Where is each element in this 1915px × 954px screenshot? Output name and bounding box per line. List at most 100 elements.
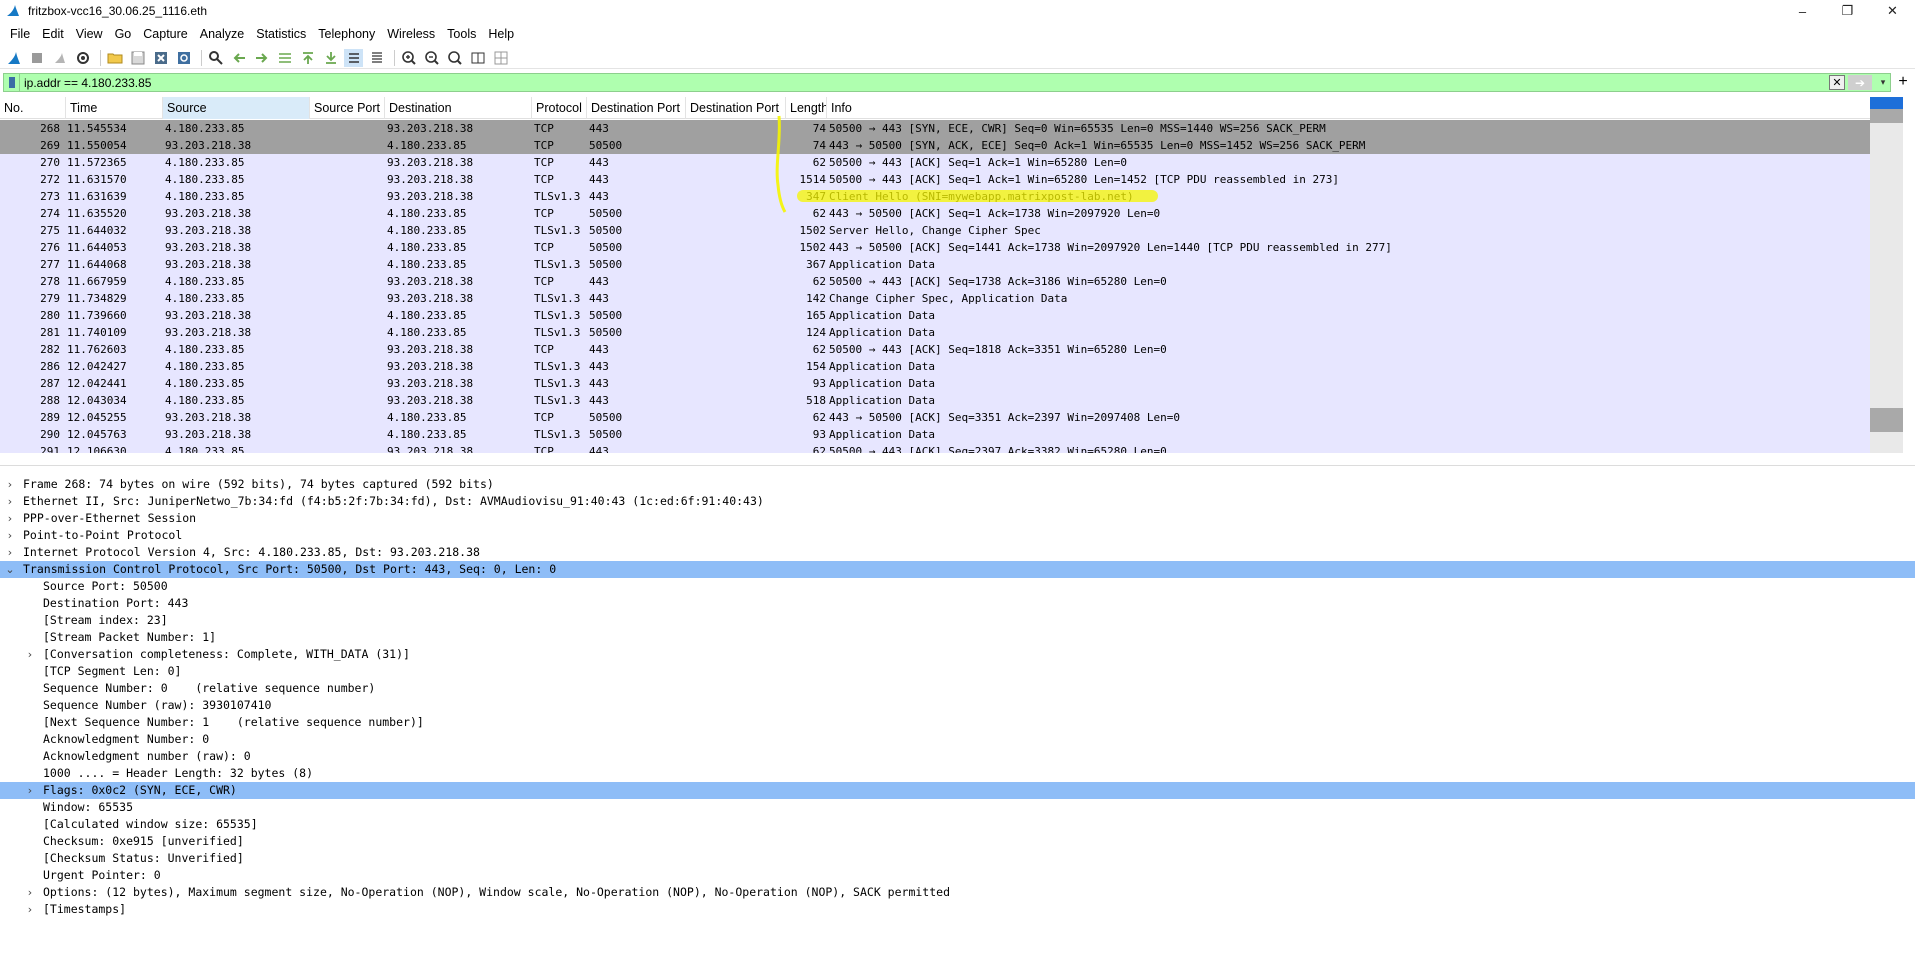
go-to-packet-icon[interactable] (275, 49, 294, 67)
packet-row[interactable]: 290 12.045763 93.203.218.38 4.180.233.85 TLS… (0, 426, 1870, 443)
expand-right-icon[interactable]: › (4, 476, 16, 493)
menu-edit[interactable]: Edit (36, 27, 70, 41)
detail-tree-item[interactable]: › PPP-over-Ethernet Session (0, 510, 1915, 527)
packet-row[interactable]: 291 12.106630 4.180.233.85 93.203.218.38 TCP… (0, 443, 1870, 453)
restart-icon[interactable] (50, 49, 69, 67)
reload-icon[interactable] (174, 49, 193, 67)
first-packet-icon[interactable] (298, 49, 317, 67)
menu-file[interactable]: File (4, 27, 36, 41)
expand-right-icon[interactable]: › (24, 646, 36, 663)
expand-right-icon[interactable]: › (4, 510, 16, 527)
shark-fin-start-icon[interactable] (4, 49, 23, 67)
detail-tree-item[interactable]: [Calculated window size: 65535] (0, 816, 1915, 833)
expand-right-icon[interactable]: › (4, 527, 16, 544)
column-header-source[interactable]: Source (163, 97, 310, 119)
pane-divider[interactable] (0, 465, 1915, 466)
column-header-source-port[interactable]: Source Port (310, 97, 385, 119)
packet-row[interactable]: 282 11.762603 4.180.233.85 93.203.218.38 TCP… (0, 341, 1870, 358)
packet-row[interactable]: 277 11.644068 93.203.218.38 4.180.233.85 TLS… (0, 256, 1870, 273)
detail-tree-item[interactable]: 1000 .... = Header Length: 32 bytes (8) (0, 765, 1915, 782)
display-filter-input[interactable] (20, 75, 1829, 90)
detail-tree-item[interactable]: [Next Sequence Number: 1 (relative seque… (0, 714, 1915, 731)
add-filter-button[interactable]: + (1893, 73, 1913, 92)
expand-right-icon[interactable]: › (4, 493, 16, 510)
packet-row[interactable]: 268 11.545534 4.180.233.85 93.203.218.38 TCP… (0, 120, 1870, 137)
expand-right-icon[interactable]: › (24, 901, 36, 918)
menu-wireless[interactable]: Wireless (381, 27, 441, 41)
menu-go[interactable]: Go (109, 27, 138, 41)
packet-row[interactable]: 278 11.667959 4.180.233.85 93.203.218.38 TCP… (0, 273, 1870, 290)
go-forward-icon[interactable] (252, 49, 271, 67)
detail-tree-item[interactable]: Checksum: 0xe915 [unverified] (0, 833, 1915, 850)
maximize-button[interactable]: ❐ (1825, 0, 1870, 22)
packet-row[interactable]: 274 11.635520 93.203.218.38 4.180.233.85 TCP… (0, 205, 1870, 222)
open-folder-icon[interactable] (105, 49, 124, 67)
packet-row[interactable]: 272 11.631570 4.180.233.85 93.203.218.38 TCP… (0, 171, 1870, 188)
apply-filter-icon[interactable]: ➔ (1848, 75, 1872, 90)
save-icon[interactable] (128, 49, 147, 67)
filter-history-dropdown-icon[interactable]: ▾ (1876, 77, 1890, 88)
detail-tree-item[interactable]: [TCP Segment Len: 0] (0, 663, 1915, 680)
scroll-thumb[interactable] (1870, 408, 1903, 432)
expand-right-icon[interactable]: › (24, 782, 36, 799)
detail-tree-item[interactable]: Source Port: 50500 (0, 578, 1915, 595)
stop-icon[interactable] (27, 49, 46, 67)
column-header-destination[interactable]: Destination (385, 97, 532, 119)
close-file-icon[interactable] (151, 49, 170, 67)
packet-row[interactable]: 279 11.734829 4.180.233.85 93.203.218.38 TLS… (0, 290, 1870, 307)
clear-filter-icon[interactable]: ✕ (1829, 75, 1845, 90)
expand-right-icon[interactable]: › (24, 884, 36, 901)
close-button[interactable]: ✕ (1870, 0, 1915, 22)
zoom-in-icon[interactable] (399, 49, 418, 67)
packet-row[interactable]: 275 11.644032 93.203.218.38 4.180.233.85 TLS… (0, 222, 1870, 239)
detail-tree-item[interactable]: › Point-to-Point Protocol (0, 527, 1915, 544)
packet-row[interactable]: 273 11.631639 4.180.233.85 93.203.218.38 TLS… (0, 188, 1870, 205)
detail-tree-item[interactable]: ⌄ Transmission Control Protocol, Src Port… (0, 561, 1915, 578)
go-back-icon[interactable] (229, 49, 248, 67)
column-header-info[interactable]: Info (827, 97, 1870, 119)
menu-view[interactable]: View (70, 27, 109, 41)
detail-tree-item[interactable]: › Options: (12 bytes), Maximum segment si… (0, 884, 1915, 901)
packet-row[interactable]: 281 11.740109 93.203.218.38 4.180.233.85 TLS… (0, 324, 1870, 341)
detail-tree-item[interactable]: Acknowledgment number (raw): 0 (0, 748, 1915, 765)
zoom-normal-icon[interactable] (445, 49, 464, 67)
detail-tree-item[interactable]: › Ethernet II, Src: JuniperNetwo_7b:34:fd… (0, 493, 1915, 510)
column-header-time[interactable]: Time (66, 97, 163, 119)
detail-tree-item[interactable]: Acknowledgment Number: 0 (0, 731, 1915, 748)
colorize-icon[interactable] (367, 49, 386, 67)
layout-icon[interactable] (491, 49, 510, 67)
detail-tree-item[interactable]: [Stream Packet Number: 1] (0, 629, 1915, 646)
detail-tree-item[interactable]: › [Timestamps] (0, 901, 1915, 918)
detail-tree-item[interactable]: Sequence Number: 0 (relative sequence nu… (0, 680, 1915, 697)
packet-list-scrollbar[interactable] (1870, 97, 1903, 453)
expand-right-icon[interactable]: › (4, 544, 16, 561)
detail-tree-item[interactable]: Sequence Number (raw): 3930107410 (0, 697, 1915, 714)
menu-capture[interactable]: Capture (137, 27, 193, 41)
detail-tree-item[interactable]: › [Conversation completeness: Complete, W… (0, 646, 1915, 663)
menu-analyze[interactable]: Analyze (194, 27, 250, 41)
detail-tree-item[interactable]: Urgent Pointer: 0 (0, 867, 1915, 884)
column-header-no[interactable]: No. (0, 97, 66, 119)
column-header-protocol[interactable]: Protocol (532, 97, 587, 119)
menu-tools[interactable]: Tools (441, 27, 482, 41)
filter-bookmark-icon[interactable] (4, 74, 20, 91)
packet-row[interactable]: 286 12.042427 4.180.233.85 93.203.218.38 TLS… (0, 358, 1870, 375)
packet-row[interactable]: 287 12.042441 4.180.233.85 93.203.218.38 TLS… (0, 375, 1870, 392)
packet-row[interactable]: 280 11.739660 93.203.218.38 4.180.233.85 TLS… (0, 307, 1870, 324)
packet-row[interactable]: 288 12.043034 4.180.233.85 93.203.218.38 TLS… (0, 392, 1870, 409)
find-icon[interactable] (206, 49, 225, 67)
detail-tree-item[interactable]: › Frame 268: 74 bytes on wire (592 bits),… (0, 476, 1915, 493)
detail-tree-item[interactable]: Destination Port: 443 (0, 595, 1915, 612)
minimize-button[interactable]: – (1780, 0, 1825, 22)
options-gear-icon[interactable] (73, 49, 92, 67)
zoom-out-icon[interactable] (422, 49, 441, 67)
packet-row[interactable]: 269 11.550054 93.203.218.38 4.180.233.85 TCP… (0, 137, 1870, 154)
detail-tree-item[interactable]: [Stream index: 23] (0, 612, 1915, 629)
menu-help[interactable]: Help (482, 27, 520, 41)
packet-row[interactable]: 289 12.045255 93.203.218.38 4.180.233.85 TCP… (0, 409, 1870, 426)
detail-tree-item[interactable]: [Checksum Status: Unverified] (0, 850, 1915, 867)
menu-statistics[interactable]: Statistics (250, 27, 312, 41)
column-header-length[interactable]: Length (786, 97, 827, 119)
last-packet-icon[interactable] (321, 49, 340, 67)
column-header-destination-port[interactable]: Destination Port (587, 97, 686, 119)
